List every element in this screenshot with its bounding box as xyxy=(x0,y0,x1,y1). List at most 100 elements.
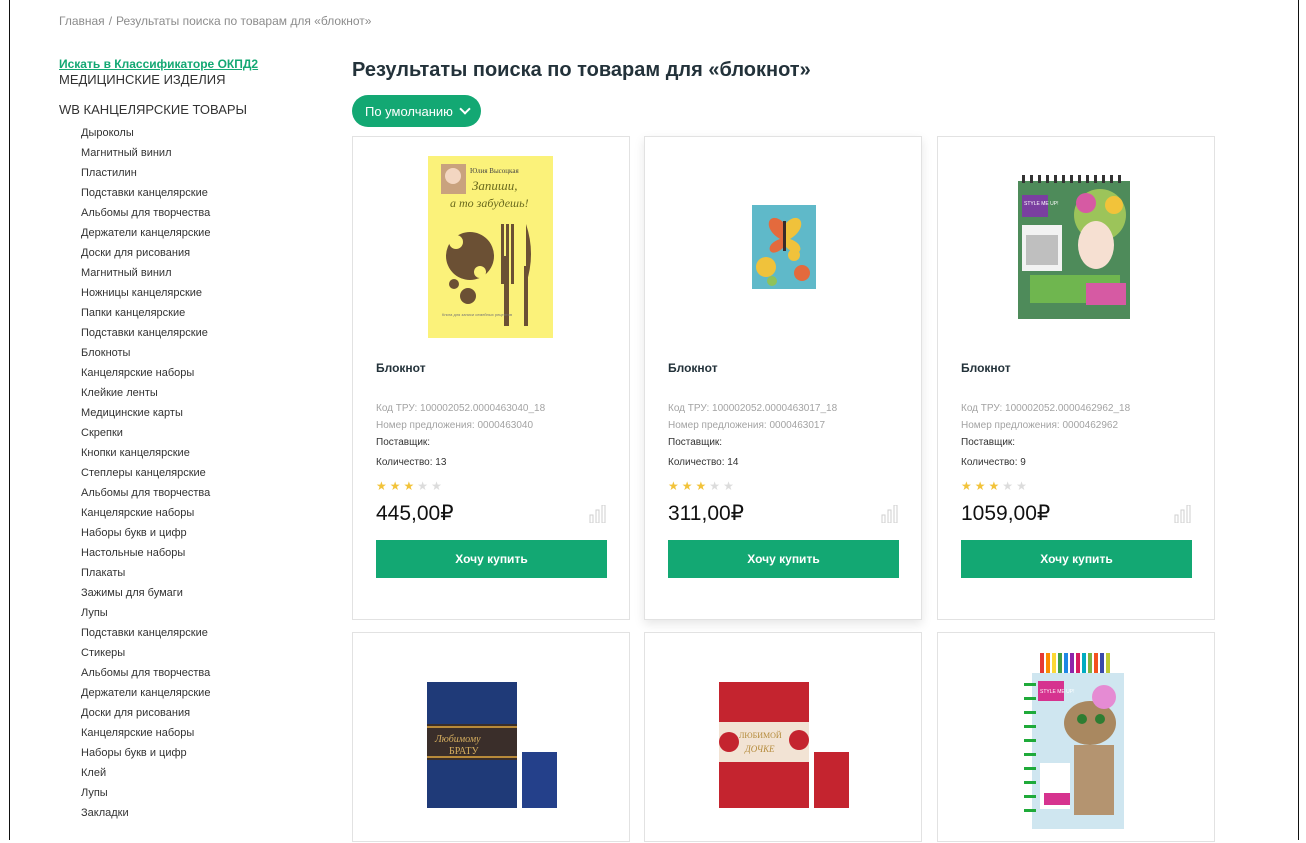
product-card[interactable]: STYLE ME UP! xyxy=(937,632,1215,842)
product-name[interactable]: Блокнот xyxy=(961,361,1011,375)
product-image[interactable]: STYLE ME UP! xyxy=(938,633,1214,843)
cover-butterfly xyxy=(752,205,816,289)
product-image[interactable]: Юлия Высоцкая Запиши, а то забудешь! Кни… xyxy=(353,137,629,347)
cover-line1: Запиши, xyxy=(472,178,518,193)
cover-line2: БРАТУ xyxy=(449,746,479,757)
cover-line1: ЛЮБИМОЙ xyxy=(739,731,782,740)
category-item[interactable]: Плакаты xyxy=(81,563,319,583)
star-filled-icon[interactable]: ★ xyxy=(696,480,707,492)
star-empty-icon[interactable]: ★ xyxy=(1002,480,1013,492)
rating-stars: ★ ★ ★ ★ ★ xyxy=(668,480,734,492)
sidebar-section-medical[interactable]: МЕДИЦИНСКИЕ ИЗДЕЛИЯ xyxy=(59,72,319,88)
category-item[interactable]: Стикеры xyxy=(81,643,319,663)
category-item[interactable]: Магнитный винил xyxy=(81,263,319,283)
compare-icon[interactable] xyxy=(1174,505,1192,523)
offer-number: Номер предложения: 0000463017 xyxy=(668,420,826,431)
compare-icon[interactable] xyxy=(589,505,607,523)
category-item[interactable]: Папки канцелярские xyxy=(81,303,319,323)
category-item[interactable]: Подставки канцелярские xyxy=(81,323,319,343)
star-filled-icon[interactable]: ★ xyxy=(682,480,693,492)
category-item[interactable]: Канцелярские наборы xyxy=(81,363,319,383)
product-image[interactable]: STYLE ME UP! xyxy=(938,137,1214,347)
star-filled-icon[interactable]: ★ xyxy=(390,480,401,492)
category-item[interactable]: Доски для рисования xyxy=(81,243,319,263)
star-filled-icon[interactable]: ★ xyxy=(376,480,387,492)
category-item[interactable]: Альбомы для творчества xyxy=(81,483,319,503)
supplier-label: Поставщик: xyxy=(961,437,1016,448)
star-filled-icon[interactable]: ★ xyxy=(404,480,415,492)
category-item[interactable]: Ножницы канцелярские xyxy=(81,283,319,303)
cover-line2: а то забудешь! xyxy=(450,196,529,210)
cover-line1: Любимому xyxy=(434,734,481,745)
product-image[interactable]: ЛЮБИМОЙ ДОЧКЕ xyxy=(645,633,921,843)
buy-button[interactable]: Хочу купить xyxy=(961,540,1192,578)
sidebar-section-stationery[interactable]: WB КАНЦЕЛЯРСКИЕ ТОВАРЫ xyxy=(59,102,319,118)
category-item[interactable]: Канцелярские наборы xyxy=(81,503,319,523)
category-item[interactable]: Медицинские карты xyxy=(81,403,319,423)
buy-button[interactable]: Хочу купить xyxy=(376,540,607,578)
sort-dropdown[interactable]: По умолчанию xyxy=(352,95,481,127)
offer-number: Номер предложения: 0000462962 xyxy=(961,420,1119,431)
category-item[interactable]: Канцелярские наборы xyxy=(81,723,319,743)
product-image[interactable]: Любимому БРАТУ xyxy=(353,633,629,843)
cover-notebook-daughter: ЛЮБИМОЙ ДОЧКЕ xyxy=(719,682,849,808)
supplier-label: Поставщик: xyxy=(668,437,723,448)
category-item[interactable]: Доски для рисования xyxy=(81,703,319,723)
breadcrumb-current: Результаты поиска по товарам для «блокно… xyxy=(116,14,372,28)
cover-small-text: Книга для записи семейных рецептов xyxy=(442,312,512,317)
category-item[interactable]: Альбомы для творчества xyxy=(81,203,319,223)
category-item[interactable]: Блокноты xyxy=(81,343,319,363)
category-item[interactable]: Лупы xyxy=(81,603,319,623)
category-item[interactable]: Подставки канцелярские xyxy=(81,623,319,643)
breadcrumb: Главная / Результаты поиска по товарам для… xyxy=(59,14,371,28)
product-card[interactable]: Блокнот Код ТРУ: 100002052.0000463017_18… xyxy=(644,136,922,620)
category-item[interactable]: Наборы букв и цифр xyxy=(81,743,319,763)
product-image[interactable] xyxy=(645,137,921,347)
category-item[interactable]: Настольные наборы xyxy=(81,543,319,563)
breadcrumb-home[interactable]: Главная xyxy=(59,14,105,28)
cover-brand: STYLE ME UP! xyxy=(1024,201,1058,207)
category-item[interactable]: Магнитный винил xyxy=(81,143,319,163)
category-item[interactable]: Зажимы для бумаги xyxy=(81,583,319,603)
category-item[interactable]: Клейкие ленты xyxy=(81,383,319,403)
star-empty-icon[interactable]: ★ xyxy=(709,480,720,492)
category-item[interactable]: Держатели канцелярские xyxy=(81,223,319,243)
product-name[interactable]: Блокнот xyxy=(668,361,718,375)
cover-coloring-book: STYLE ME UP! xyxy=(1018,175,1130,319)
category-item[interactable]: Степлеры канцелярские xyxy=(81,463,319,483)
compare-icon[interactable] xyxy=(881,505,899,523)
category-item[interactable]: Подставки канцелярские xyxy=(81,183,319,203)
star-empty-icon[interactable]: ★ xyxy=(431,480,442,492)
category-item[interactable]: Кнопки канцелярские xyxy=(81,443,319,463)
okpd-search-link[interactable]: Искать в Классификаторе ОКПД2 xyxy=(59,57,319,71)
category-item[interactable]: Держатели канцелярские xyxy=(81,683,319,703)
product-price: 1059,00₽ xyxy=(961,502,1051,525)
product-card[interactable]: STYLE ME UP! Блокнот Код ТРУ: 100002052.… xyxy=(937,136,1215,620)
category-item[interactable]: Наборы букв и цифр xyxy=(81,523,319,543)
buy-button[interactable]: Хочу купить xyxy=(668,540,899,578)
star-empty-icon[interactable]: ★ xyxy=(1016,480,1027,492)
category-item[interactable]: Скрепки xyxy=(81,423,319,443)
category-item[interactable]: Закладки xyxy=(81,803,319,823)
category-item[interactable]: Лупы xyxy=(81,783,319,803)
page-title: Результаты поиска по товарам для «блокно… xyxy=(352,59,811,81)
star-filled-icon[interactable]: ★ xyxy=(975,480,986,492)
category-item[interactable]: Дыроколы xyxy=(81,123,319,143)
star-filled-icon[interactable]: ★ xyxy=(961,480,972,492)
star-filled-icon[interactable]: ★ xyxy=(989,480,1000,492)
product-card[interactable]: Любимому БРАТУ xyxy=(352,632,630,842)
product-name[interactable]: Блокнот xyxy=(376,361,426,375)
category-sidebar: Искать в Классификаторе ОКПД2 МЕДИЦИНСКИ… xyxy=(59,57,319,823)
star-filled-icon[interactable]: ★ xyxy=(668,480,679,492)
cover-author: Юлия Высоцкая xyxy=(470,167,519,175)
product-code: Код ТРУ: 100002052.0000463017_18 xyxy=(668,403,838,414)
category-item[interactable]: Альбомы для творчества xyxy=(81,663,319,683)
cover-notebook-brother: Любимому БРАТУ xyxy=(427,682,557,808)
star-empty-icon[interactable]: ★ xyxy=(417,480,428,492)
category-item[interactable]: Клей xyxy=(81,763,319,783)
star-empty-icon[interactable]: ★ xyxy=(723,480,734,492)
breadcrumb-separator: / xyxy=(108,14,113,28)
product-card[interactable]: ЛЮБИМОЙ ДОЧКЕ xyxy=(644,632,922,842)
category-item[interactable]: Пластилин xyxy=(81,163,319,183)
product-card[interactable]: Юлия Высоцкая Запиши, а то забудешь! Кни… xyxy=(352,136,630,620)
